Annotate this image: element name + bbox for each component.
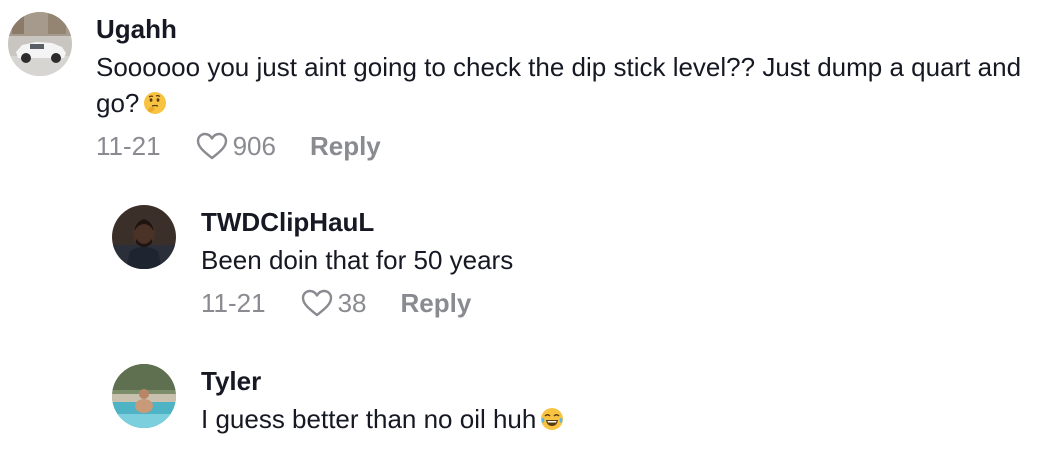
like-count: 906 [232,131,276,161]
avatar-pool-image [112,364,176,428]
comment-text-body: Soooooo you just aint going to check the… [96,52,1022,118]
avatar[interactable] [112,205,176,269]
comment-date: 11-21 [201,288,266,318]
tears-of-joy-emoji-icon [540,407,564,431]
reply-comment-item: TWDClipHauL Been doin that for 50 years … [112,205,513,319]
reply-button[interactable]: Reply [310,130,381,162]
username[interactable]: TWDClipHauL [201,206,513,238]
comment-item: Ugahh Soooooo you just aint going to che… [8,12,1026,162]
comment-text-body: I guess better than no oil huh [201,404,537,434]
thinking-face-emoji-icon [143,91,167,115]
comment-text: Been doin that for 50 years [201,245,514,275]
heart-icon [196,132,227,160]
comment-text: I guess better than no oil huh [201,401,564,437]
username[interactable]: Tyler [201,365,564,397]
avatar-person-image [112,205,176,269]
avatar[interactable] [8,12,72,76]
comment-date: 11-21 [96,131,161,161]
reply-comment-item: Tyler I guess better than no oil huh [112,364,564,437]
reply-button[interactable]: Reply [401,287,472,319]
comment-text: Soooooo you just aint going to check the… [96,49,1026,121]
avatar-car-image [8,12,72,76]
comment-meta: 11-21 38 Reply [201,287,513,319]
username[interactable]: Ugahh [96,13,1026,45]
comment-meta: 11-21 906 Reply [96,130,1026,162]
like-button[interactable]: 38 [300,287,367,319]
like-button[interactable]: 906 [195,130,276,162]
like-count: 38 [337,288,367,318]
avatar[interactable] [112,364,176,428]
heart-icon [301,289,332,317]
